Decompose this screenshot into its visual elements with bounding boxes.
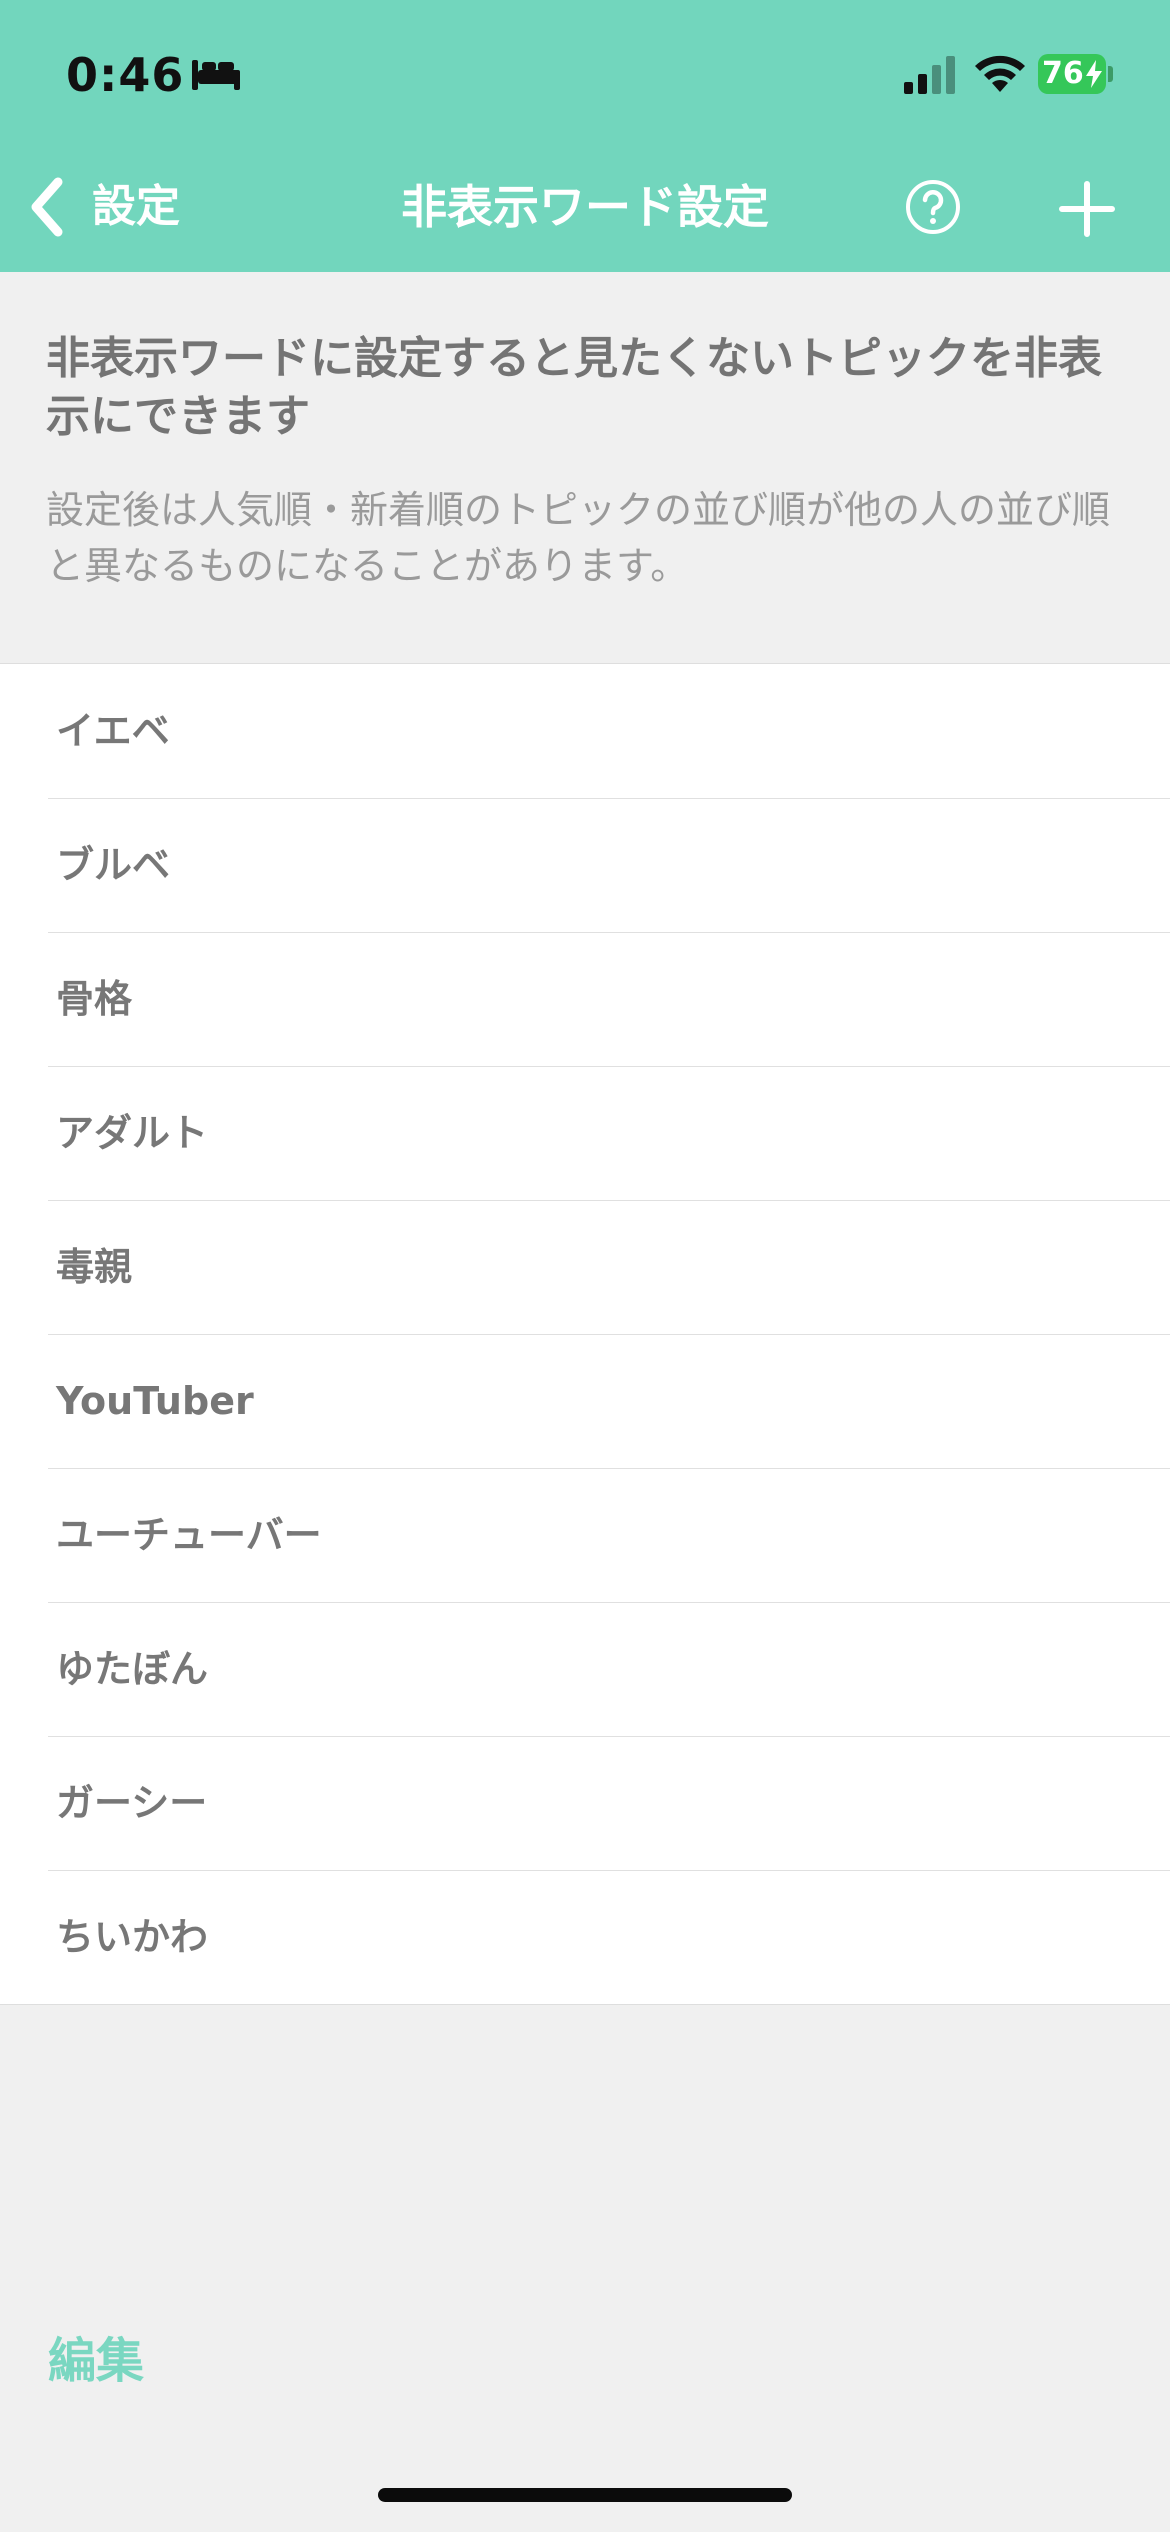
bed-icon [192,60,240,90]
wifi-icon [975,55,1025,92]
edit-button[interactable]: 編集 [48,2326,144,2396]
hidden-word-label: ガーシー [56,1781,208,1825]
back-label: 設定 [92,181,180,232]
list-item[interactable]: ガーシー [0,1736,1170,1870]
page-title: 非表示ワード設定 [401,180,769,234]
list-item[interactable]: 骨格 [0,932,1170,1066]
status-time: 0:46 [66,48,185,102]
cellular-signal-icon [904,56,955,94]
hidden-word-label: 骨格 [56,977,133,1021]
list-item[interactable]: ちいかわ [0,1870,1170,2004]
intro-section: 非表示ワードに設定すると見たくないトピックを非表示にできます 設定後は人気順・新… [46,330,1136,594]
nav-header: 0:46 76 設定 非表示ワード設定 [0,0,1170,272]
hidden-word-list: イエベ ブルベ 骨格 アダルト 毒親 YouTuber ユーチューバー ゆたぼん… [0,663,1170,2005]
list-item[interactable]: ユーチューバー [0,1468,1170,1602]
intro-description: 設定後は人気順・新着順のトピックの並び順が他の人の並び順と異なるものになることが… [46,488,1111,588]
hidden-word-label: アダルト [56,1111,209,1155]
question-circle-icon[interactable] [904,178,962,236]
hidden-word-label: ちいかわ [56,1915,209,1959]
bolt-icon [1086,60,1102,88]
list-item[interactable]: イエベ [0,664,1170,798]
hidden-word-label: イエベ [56,709,170,753]
battery-charging-icon: 76 [1038,54,1113,94]
list-item[interactable]: アダルト [0,1066,1170,1200]
back-button[interactable]: 設定 [22,170,202,244]
plus-icon[interactable] [1058,180,1116,238]
list-item[interactable]: ゆたぼん [0,1602,1170,1736]
hidden-word-label: ブルベ [56,843,171,887]
home-indicator[interactable] [378,2488,792,2502]
battery-level: 76 [1042,56,1084,91]
chevron-left-icon [31,177,63,237]
list-item[interactable]: YouTuber [0,1334,1170,1468]
list-item[interactable]: 毒親 [0,1200,1170,1334]
hidden-word-label: ユーチューバー [56,1513,322,1557]
hidden-word-label: YouTuber [56,1379,254,1423]
intro-title: 非表示ワードに設定すると見たくないトピックを非表示にできます [46,333,1102,442]
list-item[interactable]: ブルベ [0,798,1170,932]
hidden-word-label: 毒親 [56,1245,133,1289]
hidden-word-label: ゆたぼん [56,1647,209,1691]
